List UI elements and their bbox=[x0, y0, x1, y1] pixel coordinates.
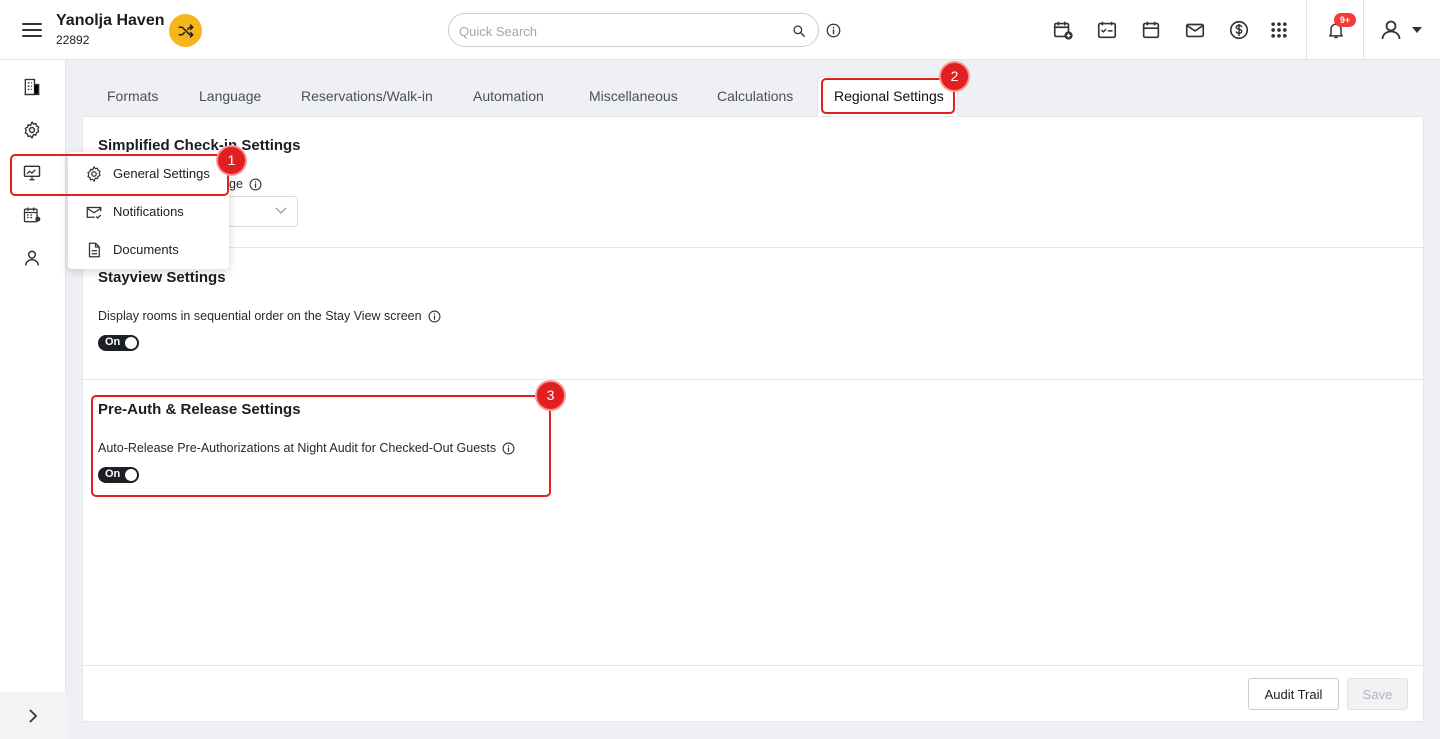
header-divider bbox=[1363, 0, 1364, 60]
tab-miscellaneous[interactable]: Miscellaneous bbox=[589, 88, 678, 104]
footer-divider bbox=[82, 665, 1424, 666]
save-button[interactable]: Save bbox=[1347, 678, 1408, 710]
annotation-box-1 bbox=[10, 154, 229, 196]
notification-badge: 9+ bbox=[1334, 13, 1356, 27]
menu-item-notifications[interactable]: Notifications bbox=[68, 192, 229, 230]
stayview-sequential-toggle[interactable]: On bbox=[98, 335, 139, 351]
stayview-field-label: Display rooms in sequential order on the… bbox=[98, 309, 441, 323]
info-icon[interactable] bbox=[249, 178, 262, 191]
mail-check-icon bbox=[85, 203, 103, 221]
quick-search-input[interactable] bbox=[459, 21, 779, 41]
checkin-field-label: ge bbox=[229, 177, 262, 191]
search-icon[interactable] bbox=[792, 24, 806, 38]
gear-icon[interactable] bbox=[20, 118, 44, 142]
building-icon[interactable] bbox=[20, 75, 44, 99]
top-header: Yanolja Haven 22892 9+ bbox=[0, 0, 1440, 60]
chevron-right-icon bbox=[29, 708, 38, 723]
stayview-section-title: Stayview Settings bbox=[98, 269, 226, 286]
chevron-down-icon bbox=[275, 206, 287, 216]
header-divider bbox=[1306, 0, 1307, 60]
annotation-marker-1: 1 bbox=[217, 146, 246, 175]
annotation-marker-2: 2 bbox=[940, 62, 969, 91]
section-divider bbox=[82, 247, 1424, 248]
tab-formats[interactable]: Formats bbox=[107, 88, 158, 104]
tab-reservations-walkin[interactable]: Reservations/Walk-in bbox=[301, 88, 433, 104]
user-icon[interactable] bbox=[1379, 18, 1403, 42]
checkin-calendar-icon[interactable] bbox=[1095, 18, 1119, 42]
tab-calculations[interactable]: Calculations bbox=[717, 88, 793, 104]
search-info-icon[interactable] bbox=[826, 23, 841, 38]
person-icon[interactable] bbox=[20, 246, 44, 270]
section-divider bbox=[82, 379, 1424, 380]
apps-grid-icon[interactable] bbox=[1267, 18, 1291, 42]
caret-down-icon[interactable] bbox=[1408, 18, 1426, 42]
property-id: 22892 bbox=[56, 33, 90, 47]
dollar-icon[interactable] bbox=[1227, 18, 1251, 42]
shuffle-icon bbox=[178, 23, 193, 38]
menu-hamburger-icon[interactable] bbox=[20, 18, 44, 42]
tab-language[interactable]: Language bbox=[199, 88, 261, 104]
calendar-user-icon[interactable] bbox=[20, 203, 44, 227]
toggle-knob bbox=[125, 337, 137, 349]
calendar-icon[interactable] bbox=[1139, 18, 1163, 42]
annotation-marker-3: 3 bbox=[536, 381, 565, 410]
document-icon bbox=[85, 241, 103, 259]
annotation-box-2 bbox=[821, 78, 955, 114]
annotation-box-3 bbox=[91, 395, 551, 497]
mail-icon[interactable] bbox=[1183, 18, 1207, 42]
property-name: Yanolja Haven bbox=[56, 12, 165, 29]
switch-property-button[interactable] bbox=[169, 14, 202, 47]
add-booking-icon[interactable] bbox=[1051, 18, 1075, 42]
menu-item-documents[interactable]: Documents bbox=[68, 230, 229, 268]
quick-search-box[interactable] bbox=[448, 13, 819, 47]
info-icon[interactable] bbox=[428, 310, 441, 323]
audit-trail-button[interactable]: Audit Trail bbox=[1248, 678, 1339, 710]
tab-automation[interactable]: Automation bbox=[473, 88, 544, 104]
expand-rail-button[interactable] bbox=[0, 692, 66, 739]
